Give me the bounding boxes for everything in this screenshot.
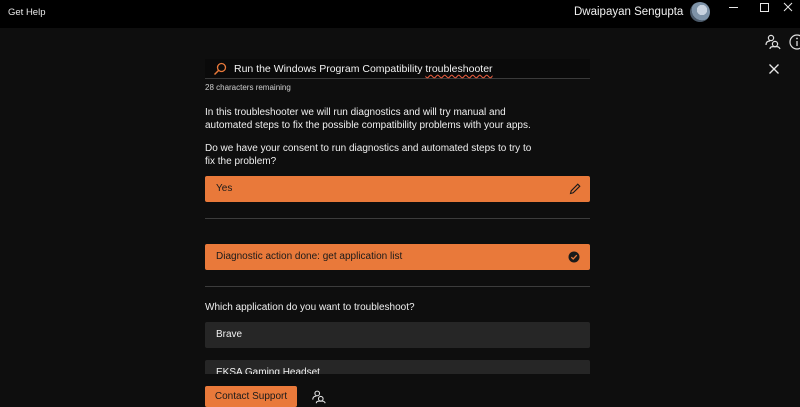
app-question: Which application do you want to trouble… xyxy=(205,302,415,313)
consent-question: Do we have your consent to run diagnosti… xyxy=(205,143,532,167)
divider xyxy=(205,218,590,219)
diagnostic-status-card: Diagnostic action done: get application … xyxy=(205,244,590,270)
minimize-button[interactable] xyxy=(718,0,748,14)
close-button[interactable] xyxy=(773,0,800,14)
intro-text: In this troubleshooter we will run diagn… xyxy=(205,107,531,131)
contact-support-button[interactable]: Contact Support xyxy=(205,386,297,407)
clear-icon[interactable] xyxy=(768,63,780,75)
community-icon[interactable] xyxy=(764,33,782,51)
title-bar: Get Help Dwaipayan Sengupta xyxy=(0,0,800,28)
edit-icon[interactable] xyxy=(568,182,582,196)
answer-yes-button[interactable]: Yes xyxy=(205,176,590,202)
info-icon[interactable] xyxy=(788,33,800,51)
user-name[interactable]: Dwaipayan Sengupta xyxy=(574,6,683,18)
divider xyxy=(205,286,590,287)
search-icon xyxy=(213,62,227,76)
spellcheck-word: troubleshooter xyxy=(425,63,493,75)
search-value: Run the Windows Program Compatibility tr… xyxy=(234,63,493,75)
search-value-text: Run the Windows Program Compatibility xyxy=(234,63,426,75)
search-input[interactable]: Run the Windows Program Compatibility tr… xyxy=(205,59,779,79)
app-title: Get Help xyxy=(8,7,46,18)
app-option-brave[interactable]: Brave xyxy=(205,322,590,348)
diagnostic-status-text: Diagnostic action done: get application … xyxy=(216,251,403,262)
check-circle-icon xyxy=(568,251,580,263)
community-icon[interactable] xyxy=(311,389,327,405)
chars-remaining: 28 characters remaining xyxy=(205,83,291,92)
app-option-label: Brave xyxy=(216,329,243,340)
close-icon xyxy=(783,2,793,12)
answer-label: Yes xyxy=(216,183,233,194)
scroll-fade xyxy=(200,374,595,382)
avatar[interactable] xyxy=(690,2,710,22)
